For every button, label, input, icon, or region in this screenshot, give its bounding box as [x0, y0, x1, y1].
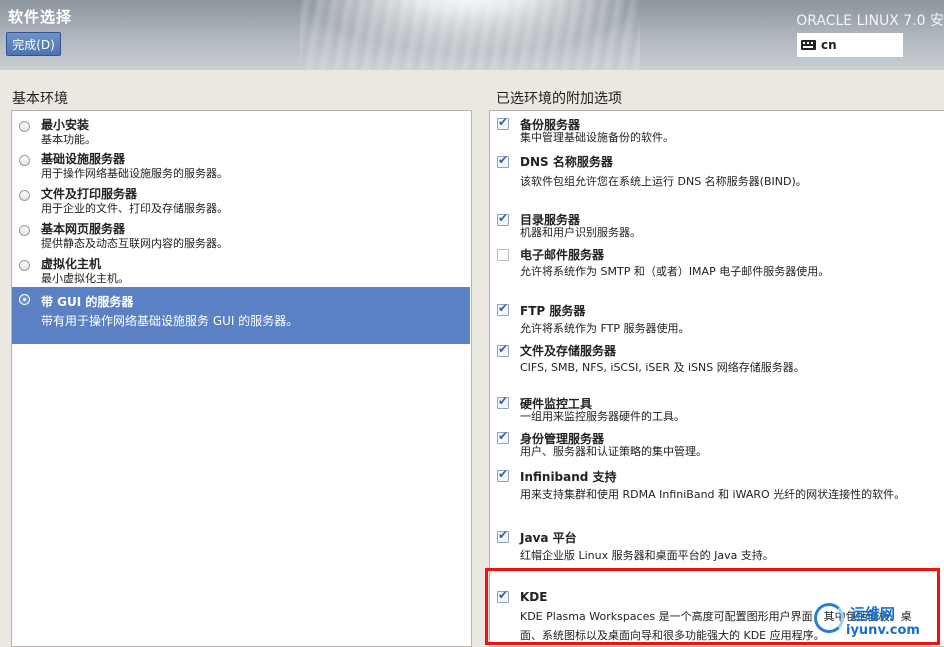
- checkbox[interactable]: [497, 528, 509, 543]
- radio-button[interactable]: [19, 190, 30, 201]
- watermark-line2: iyunv.com: [846, 623, 920, 638]
- radio-button[interactable]: [19, 260, 30, 271]
- radio-button[interactable]: [19, 155, 30, 166]
- watermark-circle-icon: [814, 603, 844, 633]
- env-desc: 用于企业的文件、打印及存储服务器。: [41, 202, 228, 215]
- radio-button[interactable]: [19, 225, 30, 236]
- checkbox[interactable]: [497, 301, 509, 316]
- checkbox[interactable]: [497, 115, 509, 130]
- env-desc: 带有用于操作网络基础设施服务 GUI 的服务器。: [41, 314, 299, 328]
- addon-name: DNS 名称服务器: [520, 155, 613, 169]
- addons-title: 已选环境的附加选项: [496, 91, 622, 107]
- env-desc: 提供静态及动态互联网内容的服务器。: [41, 237, 228, 250]
- checkbox[interactable]: [497, 153, 509, 168]
- checkbox[interactable]: [497, 394, 509, 409]
- addon-name: 文件及存储服务器: [520, 344, 617, 358]
- addons-list: 备份服务器 集中管理基础设施备份的软件。 DNS 名称服务器 该软件包组允许您在…: [489, 110, 944, 647]
- env-item-minimal[interactable]: 最小安装 基本功能。: [12, 111, 470, 147]
- env-item-web-server[interactable]: 基本网页服务器 提供静态及动态互联网内容的服务器。: [12, 217, 470, 252]
- keyboard-icon: [801, 40, 816, 50]
- addon-desc: 一组用来监控服务器硬件的工具。: [520, 410, 685, 423]
- addon-desc: 红帽企业版 Linux 服务器和桌面平台的 Java 支持。: [520, 549, 774, 562]
- env-item-virtualization[interactable]: 虚拟化主机 最小虚拟化主机。: [12, 252, 470, 287]
- addon-name: 电子邮件服务器: [520, 248, 605, 262]
- env-item-file-print[interactable]: 文件及打印服务器 用于企业的文件、打印及存储服务器。: [12, 182, 470, 217]
- checkbox[interactable]: [497, 342, 509, 357]
- checkbox[interactable]: [497, 467, 509, 482]
- product-name: ORACLE LINUX 7.0 安: [796, 13, 944, 29]
- addon-name: FTP 服务器: [520, 304, 586, 318]
- radio-button-selected[interactable]: [19, 294, 30, 305]
- env-item-infrastructure[interactable]: 基础设施服务器 用于操作网络基础设施服务的服务器。: [12, 147, 470, 182]
- header-decoration: [300, 0, 640, 70]
- checkbox[interactable]: [497, 429, 509, 444]
- done-button[interactable]: 完成(D): [6, 32, 61, 56]
- base-env-list: 最小安装 基本功能。 基础设施服务器 用于操作网络基础设施服务的服务器。 文件及…: [11, 110, 472, 647]
- addon-desc: 该软件包组允许您在系统上运行 DNS 名称服务器(BIND)。: [520, 175, 807, 188]
- env-desc: 最小虚拟化主机。: [41, 272, 129, 285]
- addon-desc: 用来支持集群和使用 RDMA InfiniBand 和 iWARO 光纤的网状连…: [520, 488, 906, 501]
- addon-desc: 允许将系统作为 FTP 服务器使用。: [520, 322, 690, 335]
- checkbox-unchecked[interactable]: [497, 249, 509, 261]
- addon-desc: 集中管理基础设施备份的软件。: [520, 131, 674, 144]
- env-item-server-gui[interactable]: 带 GUI 的服务器 带有用于操作网络基础设施服务 GUI 的服务器。: [12, 287, 470, 344]
- addon-desc: CIFS, SMB, NFS, iSCSI, iSER 及 iSNS 网络存储服…: [520, 361, 805, 374]
- page-title: 软件选择: [8, 8, 73, 26]
- env-name: 带 GUI 的服务器: [41, 295, 134, 309]
- header-bar: 软件选择 完成(D) ORACLE LINUX 7.0 安 cn: [0, 0, 944, 70]
- addon-desc: 机器和用户识别服务器。: [520, 226, 641, 239]
- base-env-title: 基本环境: [12, 91, 68, 107]
- radio-button[interactable]: [19, 121, 30, 132]
- env-desc: 用于操作网络基础设施服务的服务器。: [41, 167, 228, 180]
- keyboard-layout-label: cn: [821, 38, 837, 52]
- addon-desc: 允许将系统作为 SMTP 和（或者）IMAP 电子邮件服务器使用。: [520, 265, 830, 278]
- addon-name: Java 平台: [520, 531, 577, 545]
- watermark-line1: 运维网: [850, 605, 896, 623]
- keyboard-layout-indicator[interactable]: cn: [797, 33, 903, 57]
- checkbox[interactable]: [497, 211, 509, 226]
- addon-name: Infiniband 支持: [520, 470, 617, 484]
- watermark-logo: 运维网 iyunv.com: [812, 601, 940, 643]
- addon-desc: 用户、服务器和认证策略的集中管理。: [520, 445, 707, 458]
- env-desc: 基本功能。: [41, 133, 96, 146]
